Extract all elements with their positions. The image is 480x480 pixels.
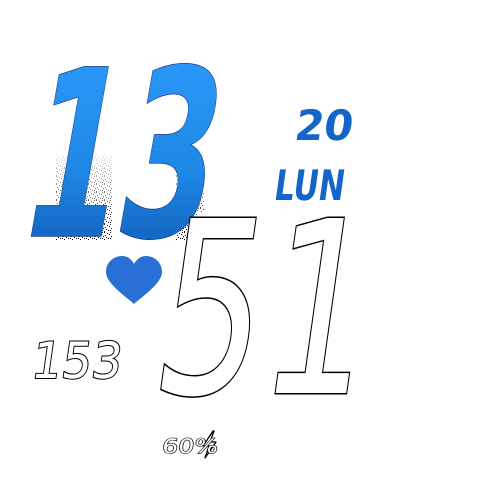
watch-face-canvas: 13 51 20 LUN 153 60% [5, 21, 438, 459]
date-day: 20 [292, 101, 357, 150]
heart-rate-group: 153 [27, 330, 127, 391]
minutes-group: 51 [138, 169, 394, 452]
minutes-text: 51 [140, 170, 393, 450]
watch-face: 13 51 20 LUN 153 60% [0, 0, 480, 480]
heart-rate-value: 153 [28, 331, 126, 390]
battery-percent: 60% [161, 434, 220, 458]
battery-group: 60% [160, 430, 221, 459]
date-weekday: LUN [271, 161, 348, 210]
